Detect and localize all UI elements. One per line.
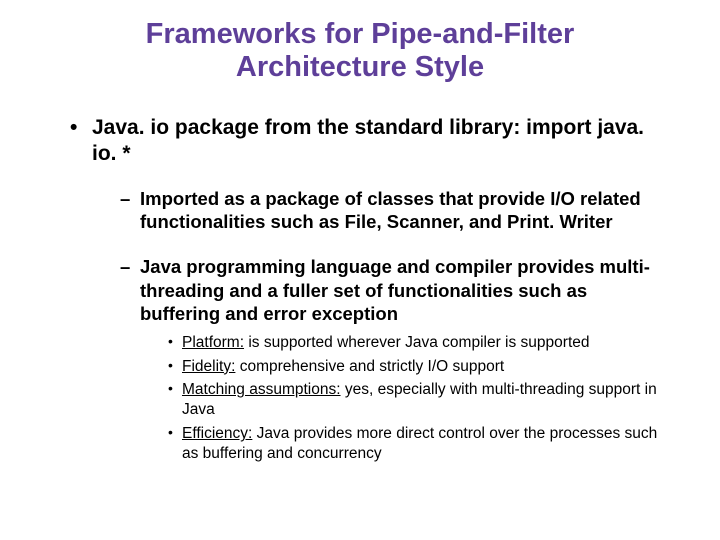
bullet-item: Java. io package from the standard libra… [70, 115, 670, 464]
criteria-text: is supported wherever Java compiler is s… [244, 334, 589, 351]
bullet-item: Matching assumptions: yes, especially wi… [168, 380, 670, 420]
bullet-list-level2: Imported as a package of classes that pr… [92, 187, 670, 464]
criteria-label: Platform: [182, 334, 244, 351]
criteria-text: Java provides more direct control over t… [182, 425, 657, 462]
bullet-text: Java. io package from the standard libra… [92, 116, 597, 139]
criteria-text: comprehensive and strictly I/O support [235, 358, 504, 375]
bullet-text: Java programming language and compiler p… [140, 256, 650, 323]
slide-title: Frameworks for Pipe-and-Filter Architect… [0, 0, 720, 93]
bullet-list-level1: Java. io package from the standard libra… [0, 115, 720, 464]
bullet-item: Fidelity: comprehensive and strictly I/O… [168, 357, 670, 377]
bullet-item: Imported as a package of classes that pr… [120, 187, 670, 233]
bullet-item: Platform: is supported wherever Java com… [168, 333, 670, 353]
slide: Frameworks for Pipe-and-Filter Architect… [0, 0, 720, 540]
bullet-list-level3: Platform: is supported wherever Java com… [140, 333, 670, 464]
bullet-text: Imported as a package of classes that pr… [140, 188, 641, 232]
criteria-label: Matching assumptions: [182, 381, 341, 398]
criteria-label: Efficiency: [182, 425, 252, 442]
bullet-item: Java programming language and compiler p… [120, 255, 670, 463]
bullet-item: Efficiency: Java provides more direct co… [168, 424, 670, 464]
criteria-label: Fidelity: [182, 358, 235, 375]
